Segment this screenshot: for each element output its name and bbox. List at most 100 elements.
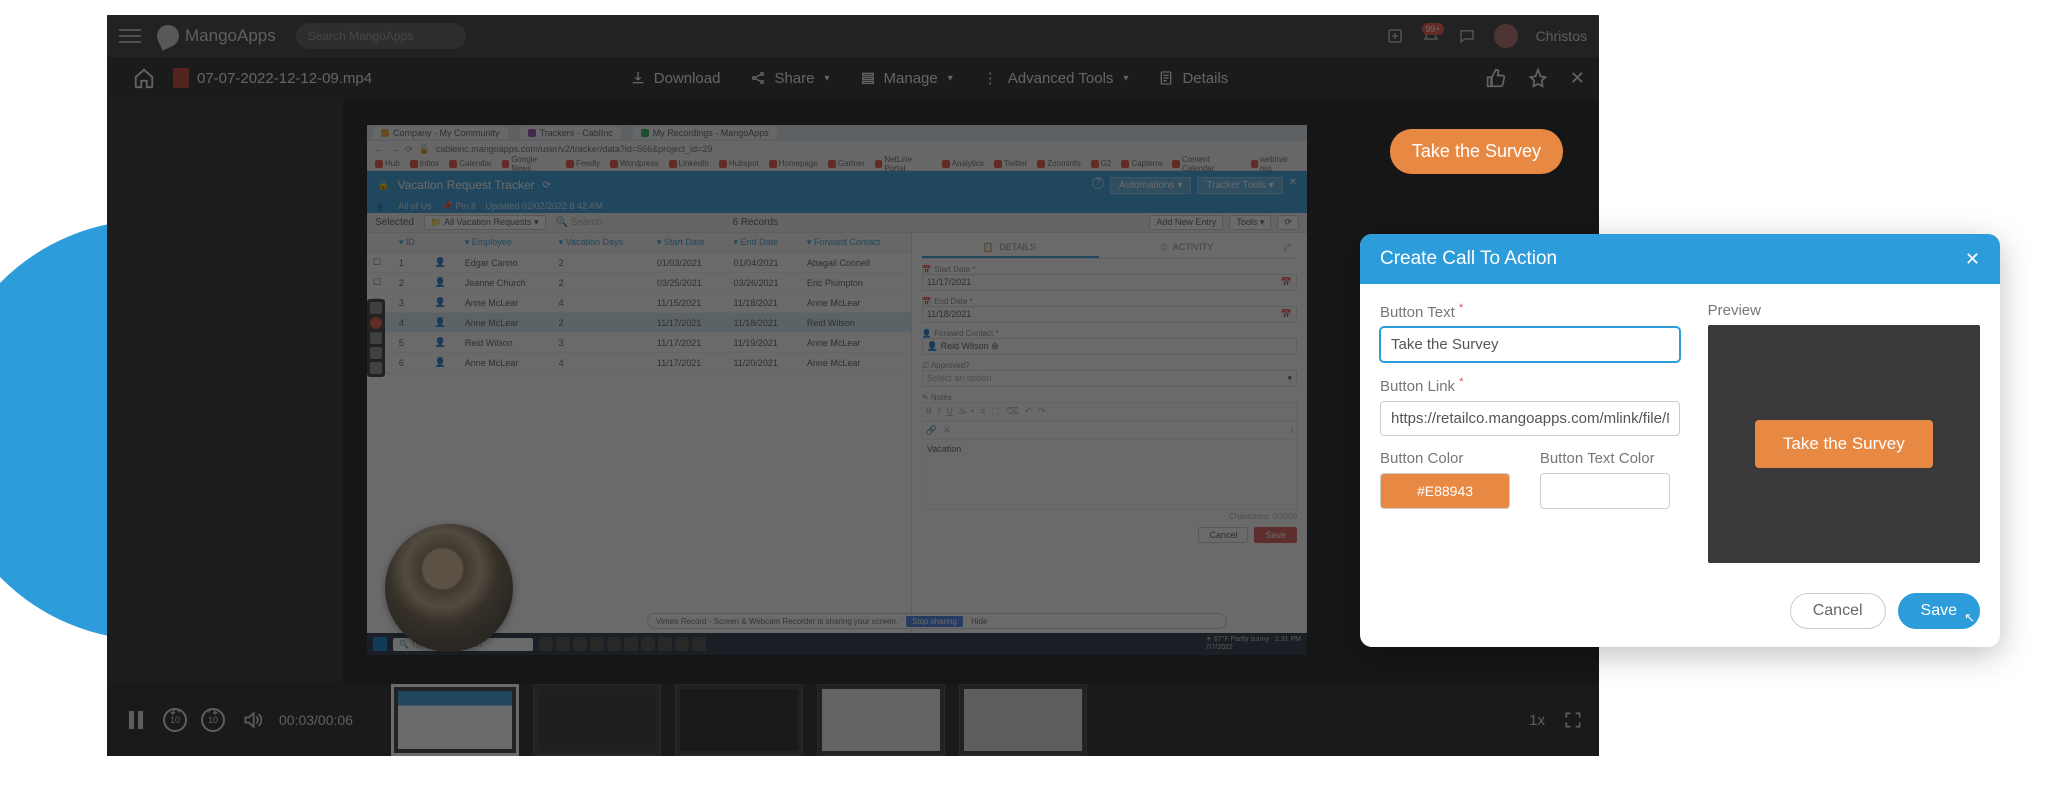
button-textcolor-swatch[interactable] [1540, 473, 1670, 509]
approved-select[interactable]: Select an option▾ [922, 370, 1297, 387]
tab-activity[interactable]: ⏱ ACTIVITY [1099, 239, 1277, 258]
view-filter-dropdown[interactable]: 📁 All Vacation Requests ▾ [424, 215, 546, 230]
table-row[interactable]: ☐3👤Anne McLear411/15/202111/18/2021Anne … [367, 293, 911, 313]
browser-tab[interactable]: Company - My Community [373, 127, 508, 139]
chapter-thumb[interactable] [675, 684, 803, 756]
bookmark-item[interactable]: Capterra [1121, 159, 1162, 168]
sync-icon[interactable]: ⟳ [543, 180, 551, 191]
bookmark-item[interactable]: Wordpress [610, 159, 659, 168]
bookmark-item[interactable]: NetLine Portal [875, 155, 932, 173]
pause-button[interactable] [123, 707, 149, 733]
button-color-swatch[interactable]: #E88943 [1380, 473, 1510, 509]
rte-toolbar2[interactable]: 🔗✕I [922, 421, 1297, 440]
avatar[interactable] [1494, 24, 1518, 48]
close-viewer-icon[interactable]: ✕ [1570, 68, 1585, 89]
chapter-thumb[interactable] [959, 684, 1087, 756]
bookmark-item[interactable]: Analytics [942, 159, 984, 168]
bookmark-item[interactable]: Twitter [994, 159, 1028, 168]
pin-icon[interactable] [1528, 68, 1548, 88]
advanced-tools-button[interactable]: ⋮ Advanced Tools▾ [971, 69, 1141, 87]
cta-overlay-button[interactable]: Take the Survey [1390, 129, 1563, 174]
bookmark-item[interactable]: Calendar [449, 159, 491, 168]
expand-icon[interactable]: ⤢ [1277, 239, 1297, 258]
share-button[interactable]: Share▾ [738, 70, 841, 87]
modal-cancel-button[interactable]: Cancel [1790, 593, 1886, 629]
global-search[interactable]: Search MangoApps [296, 23, 466, 49]
manage-button[interactable]: Manage▾ [848, 70, 965, 87]
table-header[interactable]: ▾ End Date [727, 233, 800, 253]
nav-fwd-icon[interactable]: → [390, 144, 399, 154]
skip-back-button[interactable]: ↶10 [163, 708, 187, 732]
stop-sharing-button[interactable]: Stop sharing [906, 616, 963, 627]
chapter-thumb[interactable] [817, 684, 945, 756]
tracker-tools-button[interactable]: Tracker Tools ▾ [1197, 177, 1282, 194]
playback-speed[interactable]: 1x [1529, 712, 1545, 729]
bookmark-item[interactable]: G2 [1091, 159, 1112, 168]
table-header[interactable]: ▾ Vacation Days [553, 233, 651, 253]
table-header[interactable]: ▾ Forward Contact [801, 233, 911, 253]
details-button[interactable]: Details [1146, 70, 1240, 87]
table-row[interactable]: ☐5👤Reid Wilson311/17/202111/19/2021Anne … [367, 333, 911, 353]
bookmark-item[interactable]: Hub [375, 159, 400, 168]
forward-contact-field[interactable]: 👤 Reid Wilson ⊗ [922, 338, 1297, 355]
refresh-icon[interactable]: ⟳ [1277, 215, 1299, 230]
start-date-field[interactable]: 11/17/2021📅 [922, 274, 1297, 291]
table-header[interactable]: ▾ Employee [459, 233, 553, 253]
add-entry-button[interactable]: Add New Entry [1149, 215, 1223, 230]
bookmark-item[interactable]: Google News [502, 155, 556, 173]
table-row[interactable]: ☐4👤Anne McLear211/17/202111/18/2021Reid … [367, 313, 911, 333]
brand-logo[interactable]: MangoApps [157, 25, 276, 47]
bell-icon[interactable]: 99+ [1422, 27, 1440, 45]
home-button[interactable] [121, 57, 167, 99]
bookmark-item[interactable]: Gartner [828, 159, 865, 168]
help-icon[interactable]: ? [1092, 177, 1104, 189]
automations-button[interactable]: Automations ▾ [1110, 177, 1191, 194]
download-button[interactable]: Download [618, 70, 733, 87]
browser-tab[interactable]: Trackers - CablInc [520, 127, 621, 139]
nav-reload-icon[interactable]: ⟳ [405, 144, 413, 155]
table-header[interactable]: ▾ ID [393, 233, 429, 253]
browser-tab[interactable]: My Recordings - MangoApps [633, 127, 777, 139]
nav-back-icon[interactable]: ← [375, 144, 384, 154]
end-date-field[interactable]: 11/18/2021📅 [922, 306, 1297, 323]
table-header[interactable] [429, 233, 459, 253]
bookmark-item[interactable]: Hubspot [719, 159, 759, 168]
modal-save-button[interactable]: Save↖ [1898, 593, 1980, 629]
detail-save-button[interactable]: Save [1254, 527, 1297, 543]
fullscreen-icon[interactable] [1563, 710, 1583, 730]
compose-icon[interactable] [1386, 27, 1404, 45]
chat-icon[interactable] [1458, 27, 1476, 45]
detail-cancel-button[interactable]: Cancel [1198, 527, 1248, 543]
button-text-input[interactable] [1380, 327, 1680, 362]
tools-dropdown[interactable]: Tools ▾ [1229, 215, 1271, 230]
like-icon[interactable] [1486, 68, 1506, 88]
volume-icon[interactable] [239, 707, 265, 733]
hide-sharing-button[interactable]: Hide [971, 617, 987, 626]
table-row[interactable]: ☐1👤Edgar Canno201/03/202101/04/2021Abaga… [367, 253, 911, 273]
search-input[interactable]: 🔍 Search [556, 217, 603, 228]
table-row[interactable]: ☐6👤Anne McLear411/17/202111/20/2021Anne … [367, 353, 911, 373]
bookmark-item[interactable]: Inbox [410, 159, 440, 168]
bookmark-item[interactable]: Feedly [566, 159, 600, 168]
hamburger-icon[interactable] [119, 29, 141, 43]
modal-close-icon[interactable]: ✕ [1965, 249, 1980, 270]
button-link-input[interactable] [1380, 401, 1680, 436]
pin-icon[interactable]: 📌 Pin it [442, 201, 476, 212]
table-header[interactable] [367, 233, 393, 253]
table-row[interactable]: ☐2👤Jeanne Church203/25/202103/26/2021Eri… [367, 273, 911, 293]
bookmark-item[interactable]: Content Calendar [1172, 155, 1240, 173]
rte-toolbar[interactable]: BIUS̶•≡⬚⌫↶↷ [922, 402, 1297, 421]
windows-start-icon[interactable] [373, 637, 387, 651]
recorder-toolbar[interactable] [367, 299, 385, 377]
bookmark-item[interactable]: LinkedIn [669, 159, 709, 168]
bookmark-item[interactable]: webinar reg [1251, 155, 1299, 173]
bookmark-item[interactable]: Zoominfo [1037, 159, 1080, 168]
table-header[interactable]: ▾ Start Date [651, 233, 728, 253]
notes-textarea[interactable]: Vacation [922, 440, 1297, 510]
tab-details[interactable]: 📋 DETAILS [922, 239, 1100, 258]
close-icon[interactable]: ✕ [1289, 177, 1297, 194]
bookmark-item[interactable]: Homepage [769, 159, 818, 168]
chapter-thumb[interactable] [533, 684, 661, 756]
username[interactable]: Christos [1536, 28, 1587, 44]
skip-forward-button[interactable]: ↷10 [201, 708, 225, 732]
